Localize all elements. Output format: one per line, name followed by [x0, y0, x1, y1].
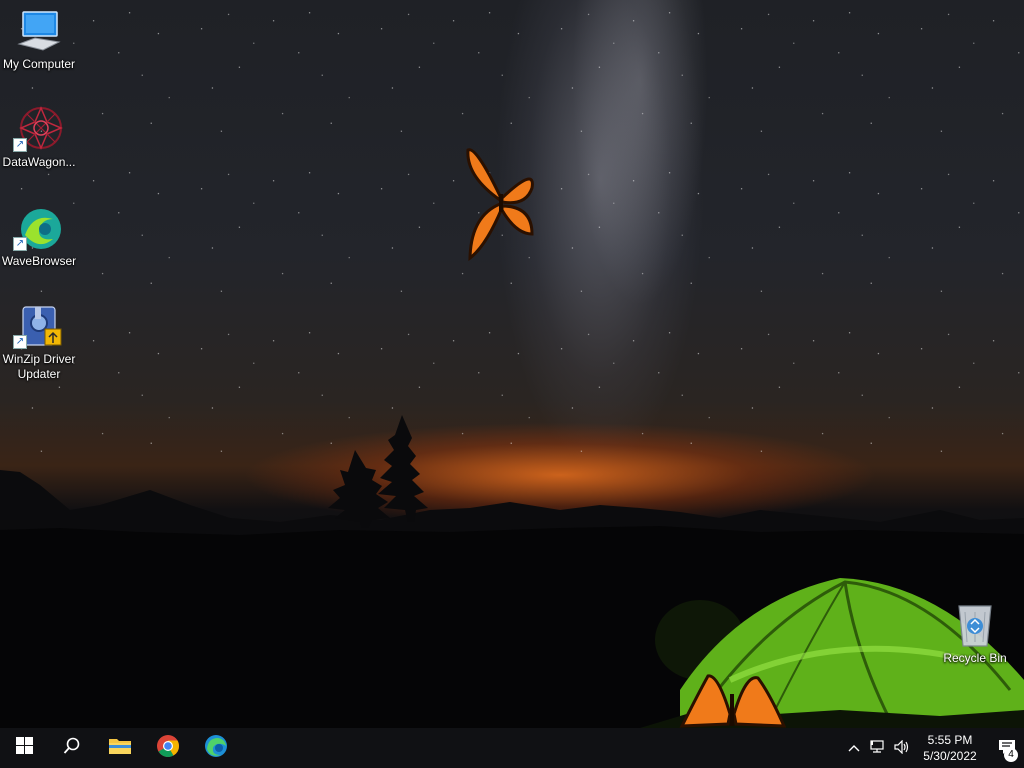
clock-button[interactable]: 5:55 PM 5/30/2022	[918, 732, 982, 764]
recycle-bin-icon	[951, 602, 999, 648]
taskbar: 5:55 PM 5/30/2022 4	[0, 728, 1024, 768]
desktop-wallpaper	[0, 0, 1024, 728]
wavebrowser-icon: ↗	[13, 205, 63, 251]
network-icon	[870, 739, 886, 757]
chevron-up-icon	[848, 741, 860, 755]
desktop-icon-datawagon[interactable]: ↗ DataWagon...	[0, 106, 78, 170]
shortcut-arrow-icon: ↗	[13, 335, 27, 349]
taskbar-chrome[interactable]	[144, 728, 192, 768]
clock-date: 5/30/2022	[923, 749, 977, 763]
notification-count-badge: 4	[1004, 748, 1018, 762]
system-tray: 5:55 PM 5/30/2022 4	[842, 728, 1024, 768]
desktop-icon-label: WaveBrowser	[1, 254, 77, 268]
winzip-driver-updater-icon: ↗	[13, 303, 63, 349]
butterfly-upper	[466, 148, 534, 262]
taskbar-edge[interactable]	[192, 728, 240, 768]
desktop-icon-label: DataWagon...	[2, 155, 76, 169]
desktop-icon-label: WinZip Driver Updater	[2, 352, 76, 381]
desktop-icon-label: Recycle Bin	[943, 651, 1007, 665]
taskbar-file-explorer[interactable]	[96, 728, 144, 768]
datawagon-icon: ↗	[13, 106, 63, 152]
file-explorer-icon	[108, 736, 132, 761]
edge-icon	[204, 734, 228, 763]
shortcut-arrow-icon: ↗	[13, 237, 27, 251]
chrome-icon	[156, 734, 180, 763]
network-button[interactable]	[866, 728, 890, 768]
desktop-icon-recycle-bin[interactable]: Recycle Bin	[936, 602, 1014, 666]
show-hidden-icons-button[interactable]	[842, 728, 866, 768]
butterfly-lower	[679, 674, 786, 728]
start-button[interactable]	[0, 728, 48, 768]
search-button[interactable]	[48, 728, 96, 768]
computer-icon	[15, 8, 63, 54]
desktop-icon-winzip-driver-updater[interactable]: ↗ WinZip Driver Updater	[0, 303, 78, 382]
volume-button[interactable]	[890, 728, 914, 768]
shortcut-arrow-icon: ↗	[13, 138, 27, 152]
speaker-icon	[894, 739, 910, 757]
notification-center-button[interactable]: 4	[990, 728, 1024, 768]
desktop-icon-wavebrowser[interactable]: ↗ WaveBrowser	[0, 205, 78, 269]
clock-time: 5:55 PM	[927, 733, 973, 747]
desktop-icon-label: My Computer	[2, 57, 76, 71]
windows-logo-icon	[15, 737, 33, 759]
search-icon	[63, 737, 81, 760]
desktop-icon-my-computer[interactable]: My Computer	[0, 8, 78, 72]
